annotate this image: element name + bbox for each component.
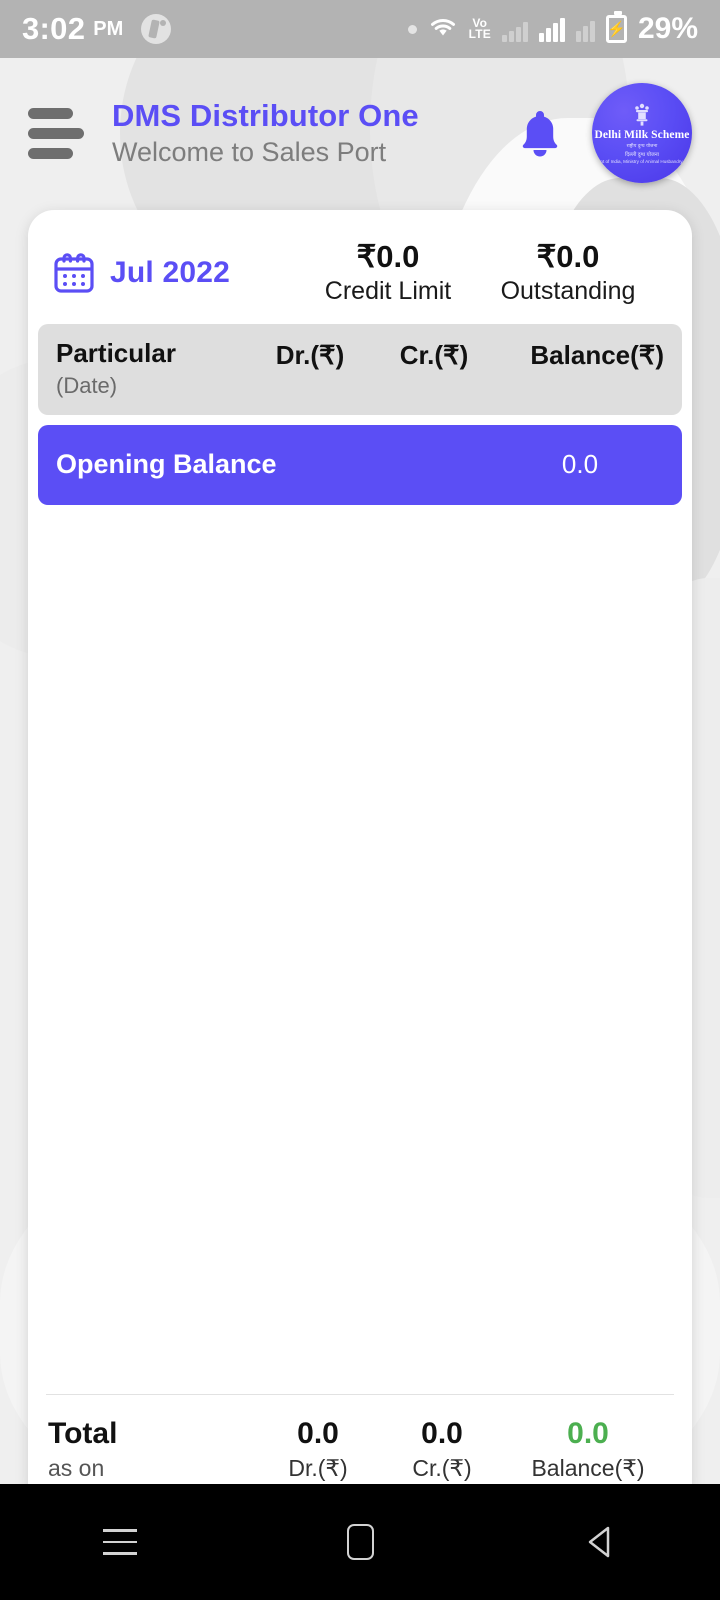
back-icon [588,1526,610,1558]
status-time-ampm: PM [93,17,124,40]
calendar-icon [54,253,94,293]
status-bar: 3:02 PM Vo LTE ⚡ 29% [0,0,720,58]
battery-charging-icon: ⚡ [605,11,627,43]
total-balance-value: 0.0 [567,1416,609,1450]
recents-button[interactable] [60,1507,180,1577]
column-header-particular-sublabel: (Date) [56,372,118,398]
app-page: DMS Distributor One Welcome to Sales Por… [0,58,720,1484]
selected-month: Jul 2022 [110,255,231,289]
row-balance: 0.0 [561,449,599,480]
total-cr-label: Cr.(₹) [412,1455,472,1481]
notification-bell-icon[interactable] [514,105,566,161]
outstanding-block: ₹0.0 Outstanding [468,239,668,306]
signal-bars-tertiary-icon [575,16,595,42]
total-dr-value: 0.0 [297,1416,339,1450]
credit-limit-label: Credit Limit [324,276,452,305]
total-dr-block: 0.0 Dr.(₹) [256,1417,380,1483]
hamburger-menu-icon[interactable] [28,107,84,159]
india-emblem-icon [635,103,649,126]
credit-limit-block: ₹0.0 Credit Limit [308,239,468,306]
status-bar-right: Vo LTE ⚡ 29% [407,11,698,46]
total-cr-block: 0.0 Cr.(₹) [380,1417,504,1483]
total-cr-value: 0.0 [421,1416,463,1450]
logo-line-2: राष्ट्रीय दुग्ध योजना [626,142,658,148]
total-sublabel: as on [48,1455,105,1481]
total-balance-label: Balance(₹) [531,1455,645,1481]
column-header-particular-label: Particular [56,337,176,368]
status-time: 3:02 [22,11,86,46]
signal-bars-icon [538,16,565,42]
row-label: Opening Balance [56,449,277,480]
total-dr-label: Dr.(₹) [288,1455,348,1481]
logo-line-3: दिल्ली दुग्ध योजना [624,151,659,158]
ledger-summary: Jul 2022 ₹0.0 Credit Limit ₹0.0 Outstand… [28,210,692,322]
outstanding-label: Outstanding [500,276,636,305]
page-subtitle: Welcome to Sales Port [112,136,387,167]
recents-bar [103,1529,137,1532]
home-icon [346,1524,374,1560]
wifi-icon [428,15,458,44]
hamburger-bar [28,107,73,119]
table-header-row: Particular (Date) Dr.(₹) Cr.(₹) Balance(… [38,323,682,415]
home-button[interactable] [300,1507,420,1577]
recents-bar [103,1540,137,1544]
notification-app-icon [141,14,172,44]
logo-line-4: Government of India, Ministry of Animal … [592,159,692,164]
volte-line-2: LTE [468,27,491,41]
total-block: Total as on [48,1417,256,1483]
table-body: Opening Balance 0.0 [28,415,692,1394]
battery-percent: 29% [637,12,698,45]
column-header-cr: Cr.(₹) [399,339,469,370]
column-header-particular: Particular (Date) [56,338,248,399]
back-button[interactable] [540,1507,660,1577]
recents-icon [103,1529,137,1555]
total-balance-block: 0.0 Balance(₹) [504,1417,672,1483]
recents-bar [103,1552,137,1555]
table-footer-total: Total as on 0.0 Dr.(₹) 0.0 Cr.(₹) 0.0 Ba… [46,1393,674,1485]
app-header: DMS Distributor One Welcome to Sales Por… [0,58,720,208]
status-dot-icon [407,24,417,34]
avatar[interactable]: Delhi Milk Scheme राष्ट्रीय दुग्ध योजना … [592,83,692,183]
signal-bars-secondary-icon [501,16,528,42]
system-navigation-bar [0,1484,720,1600]
header-titles: DMS Distributor One Welcome to Sales Por… [112,97,514,170]
credit-limit-value: ₹0.0 [356,239,420,274]
hamburger-bar [28,147,73,159]
hamburger-bar [28,127,84,139]
page-title: DMS Distributor One [112,97,419,133]
status-bar-left: 3:02 PM [22,11,172,47]
outstanding-value: ₹0.0 [536,239,600,274]
month-selector[interactable]: Jul 2022 [52,251,308,295]
column-header-dr: Dr.(₹) [275,339,345,370]
ledger-card: Jul 2022 ₹0.0 Credit Limit ₹0.0 Outstand… [28,210,692,1484]
total-label: Total [48,1416,118,1450]
logo-title: Delhi Milk Scheme [594,129,690,141]
column-header-balance: Balance(₹) [530,339,664,370]
volte-icon: Vo LTE [468,16,491,41]
table-row[interactable]: Opening Balance 0.0 [38,424,682,505]
